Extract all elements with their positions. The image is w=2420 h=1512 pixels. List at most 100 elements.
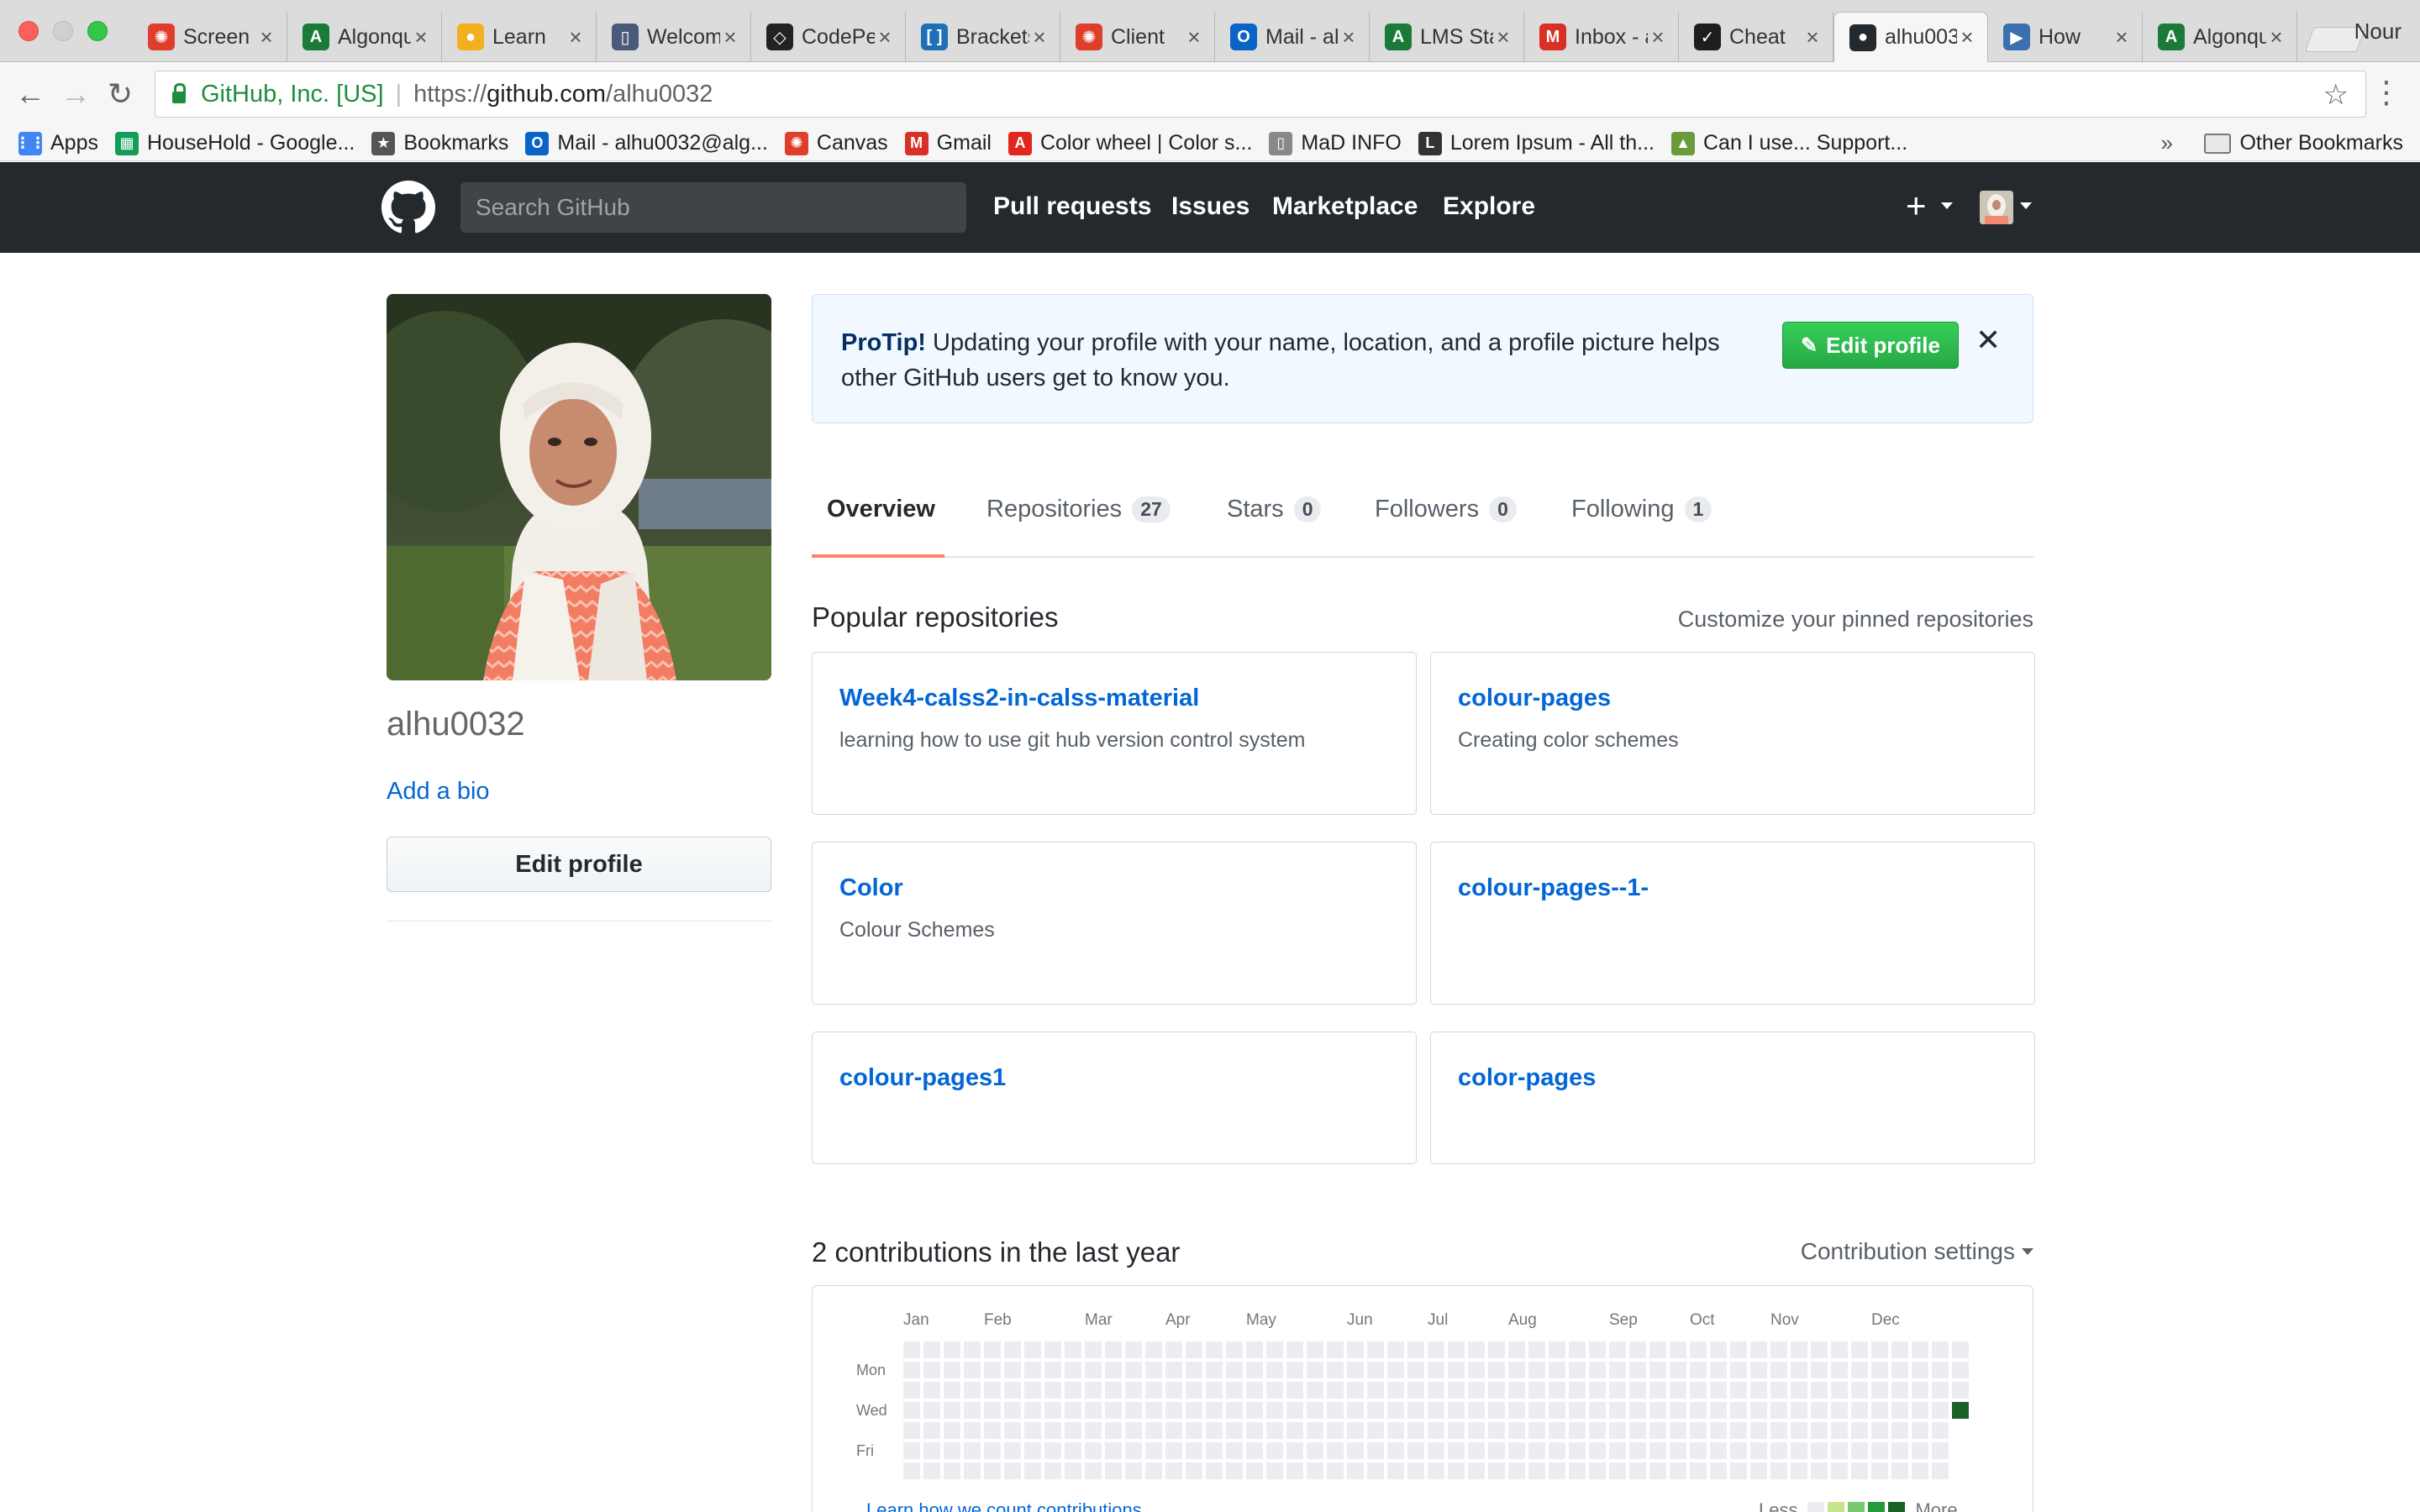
nav-marketplace[interactable]: Marketplace (1272, 192, 1418, 221)
contribution-day[interactable] (1105, 1382, 1122, 1399)
contribution-day[interactable] (1105, 1362, 1122, 1378)
contribution-day[interactable] (923, 1422, 940, 1439)
browser-profile-name[interactable]: Nour (2354, 18, 2402, 45)
contribution-day[interactable] (1206, 1341, 1223, 1358)
contribution-day[interactable] (1932, 1362, 1949, 1378)
contribution-day[interactable] (1770, 1422, 1787, 1439)
tab-close-icon[interactable]: × (720, 24, 740, 50)
contribution-day[interactable] (1730, 1402, 1747, 1419)
contribution-day[interactable] (964, 1442, 981, 1459)
contribution-day[interactable] (1932, 1382, 1949, 1399)
contribution-day[interactable] (923, 1402, 940, 1419)
contribution-day[interactable] (1387, 1442, 1404, 1459)
contribution-day[interactable] (1649, 1362, 1666, 1378)
contribution-day[interactable] (1569, 1422, 1586, 1439)
browser-tab[interactable]: ▶ How × (1988, 12, 2143, 62)
bookmark-item[interactable]: ▦ HouseHold - Google... (114, 131, 355, 155)
contribution-day[interactable] (964, 1422, 981, 1439)
contribution-day[interactable] (1871, 1422, 1888, 1439)
contribution-day[interactable] (1912, 1462, 1928, 1479)
tab-stars[interactable]: Stars 0 (1227, 496, 1322, 523)
contribution-day[interactable] (1609, 1341, 1626, 1358)
contribution-day[interactable] (1831, 1382, 1848, 1399)
contribution-day[interactable] (944, 1341, 960, 1358)
contribution-day[interactable] (1912, 1362, 1928, 1378)
contribution-day[interactable] (1750, 1402, 1767, 1419)
contribution-day[interactable] (1690, 1362, 1707, 1378)
contribution-day[interactable] (1024, 1341, 1041, 1358)
contribution-day[interactable] (1629, 1362, 1646, 1378)
contribution-day[interactable] (1952, 1341, 1969, 1358)
contribution-day[interactable] (1569, 1402, 1586, 1419)
contribution-day[interactable] (1085, 1382, 1102, 1399)
contribution-day[interactable] (903, 1382, 920, 1399)
contribution-day[interactable] (1851, 1462, 1868, 1479)
browser-tab[interactable]: ▯ Welcome× (597, 12, 751, 62)
contribution-day[interactable] (1448, 1402, 1465, 1419)
contribution-day[interactable] (1528, 1341, 1545, 1358)
contribution-day[interactable] (1206, 1402, 1223, 1419)
contribution-day[interactable] (1791, 1402, 1807, 1419)
contribution-day[interactable] (1811, 1442, 1828, 1459)
contribution-day[interactable] (1246, 1442, 1263, 1459)
contribution-day[interactable] (1367, 1422, 1384, 1439)
contribution-day[interactable] (944, 1362, 960, 1378)
contribution-day[interactable] (1145, 1362, 1162, 1378)
contribution-day[interactable] (1266, 1402, 1283, 1419)
contribution-day[interactable] (1851, 1442, 1868, 1459)
contribution-day[interactable] (1065, 1422, 1081, 1439)
contribution-day[interactable] (1871, 1442, 1888, 1459)
repo-link[interactable]: color-pages (1458, 1064, 1596, 1092)
forward-arrow-icon[interactable]: → (60, 77, 91, 111)
tab-close-icon[interactable]: × (411, 24, 431, 50)
customize-pinned-link[interactable]: Customize your pinned repositories (1678, 606, 2033, 633)
back-arrow-icon[interactable]: ← (15, 77, 45, 111)
contribution-day[interactable] (1044, 1462, 1061, 1479)
contribution-day[interactable] (1266, 1422, 1283, 1439)
contribution-day[interactable] (1750, 1422, 1767, 1439)
contribution-day[interactable] (1871, 1462, 1888, 1479)
contribution-day[interactable] (923, 1341, 940, 1358)
contribution-day[interactable] (1629, 1422, 1646, 1439)
contribution-day[interactable] (1407, 1362, 1424, 1378)
tab-close-icon[interactable]: × (2112, 24, 2132, 50)
browser-tab[interactable]: ✺ Client × (1060, 12, 1215, 62)
contribution-day[interactable] (1710, 1422, 1727, 1439)
contribution-day[interactable] (1347, 1462, 1364, 1479)
contribution-day[interactable] (923, 1362, 940, 1378)
contribution-day[interactable] (1004, 1462, 1021, 1479)
contribution-day[interactable] (1690, 1341, 1707, 1358)
contribution-day[interactable] (1811, 1362, 1828, 1378)
contribution-day[interactable] (1710, 1362, 1727, 1378)
contribution-day[interactable] (1024, 1462, 1041, 1479)
contribution-day[interactable] (1165, 1382, 1182, 1399)
contribution-day[interactable] (1488, 1341, 1505, 1358)
bookmark-item[interactable]: A Color wheel | Color s... (1007, 131, 1252, 155)
contribution-day[interactable] (1649, 1442, 1666, 1459)
contribution-day[interactable] (1407, 1341, 1424, 1358)
contribution-day[interactable] (1549, 1341, 1565, 1358)
contribution-day[interactable] (984, 1382, 1001, 1399)
contribution-day[interactable] (1307, 1442, 1323, 1459)
tab-close-icon[interactable]: × (1493, 24, 1513, 50)
contribution-day[interactable] (1367, 1442, 1384, 1459)
contribution-day[interactable] (984, 1422, 1001, 1439)
contribution-day[interactable] (1912, 1442, 1928, 1459)
contribution-day[interactable] (1286, 1362, 1303, 1378)
contribution-day[interactable] (1065, 1362, 1081, 1378)
contribution-day[interactable] (1186, 1382, 1202, 1399)
browser-tab[interactable]: [ ] Brackets× (906, 12, 1060, 62)
contribution-day[interactable] (1589, 1341, 1606, 1358)
contribution-day[interactable] (1851, 1341, 1868, 1358)
contribution-day[interactable] (1851, 1382, 1868, 1399)
contribution-day[interactable] (1871, 1341, 1888, 1358)
contribution-day[interactable] (1044, 1442, 1061, 1459)
add-bio-link[interactable]: Add a bio (387, 778, 490, 806)
contribution-day[interactable] (1589, 1362, 1606, 1378)
browser-tab[interactable]: ✺ Screen × (133, 12, 287, 62)
contribution-day[interactable] (1387, 1462, 1404, 1479)
contribution-day[interactable] (1791, 1382, 1807, 1399)
bookmark-item[interactable]: O Mail - alhu0032@alg... (525, 131, 768, 155)
contribution-day[interactable] (1286, 1341, 1303, 1358)
contribution-day[interactable] (1206, 1362, 1223, 1378)
